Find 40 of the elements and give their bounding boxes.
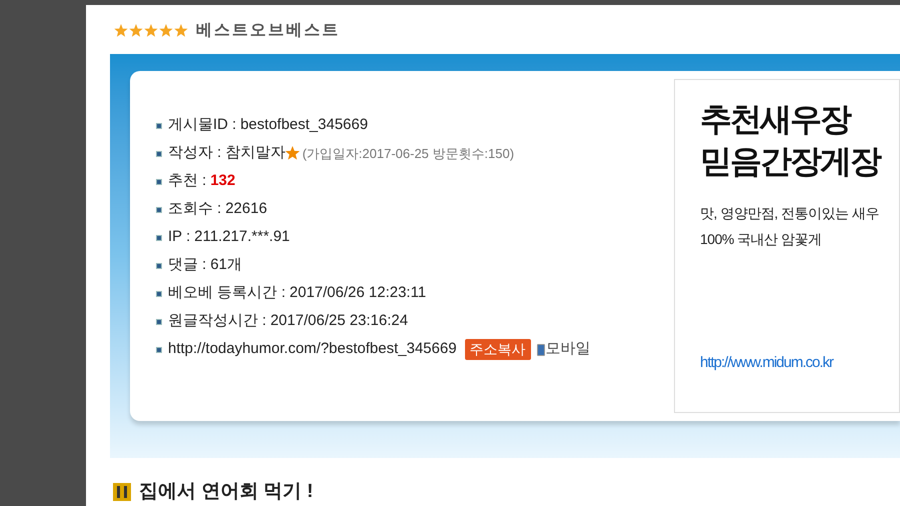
bullet-icon <box>156 122 162 129</box>
bullet-icon <box>156 262 162 269</box>
bullet-icon <box>156 150 162 157</box>
ad-text: 100% 국내산 암꽃게 <box>700 230 823 250</box>
field-value: 참치말자 <box>225 143 286 164</box>
field-value: bestofbest_345669 <box>240 115 368 136</box>
bullet-icon <box>156 206 162 213</box>
bullet-icon <box>156 234 162 241</box>
section-title: 베스트오브베스트 <box>196 20 340 41</box>
ad-link[interactable]: http://www.midum.co.kr <box>700 352 899 374</box>
field-label: IP : <box>168 227 190 248</box>
field-label: 조회수 : <box>168 199 222 220</box>
bullet-icon <box>156 290 162 297</box>
post-url: http://todayhumor.com/?bestofbest_345669 <box>168 339 457 360</box>
ad-text: 맛, 영양만점, 전통이있는 새우 <box>700 204 880 224</box>
bullet-icon <box>156 346 162 353</box>
field-value: 211.217.***.91 <box>194 227 290 248</box>
star-icon <box>285 146 300 162</box>
field-label: 추천 : <box>168 171 206 192</box>
member-info: (가입일자:2017-06-25 방문횟수:150) <box>302 144 514 163</box>
field-value: 2017/06/26 12:23:11 <box>290 283 426 304</box>
field-label: 원글작성시간 : <box>168 311 266 332</box>
field-value: 22616 <box>225 199 268 220</box>
field-label: 작성자 : <box>168 143 222 164</box>
phone-icon <box>536 344 545 356</box>
ad-headline: 추천새우장 <box>700 100 852 140</box>
field-label: 베오베 등록시간 : <box>168 283 286 304</box>
field-label: 게시물ID : <box>168 115 236 136</box>
field-value: 132 <box>210 171 236 192</box>
post-title: 집에서 연어회 먹기 ! <box>139 480 314 504</box>
bullet-icon <box>156 318 162 325</box>
rating-stars-icon <box>114 24 188 38</box>
utensils-icon <box>113 482 131 501</box>
field-value: 61개 <box>210 255 242 276</box>
field-label: 댓글 : <box>168 255 206 276</box>
field-value: 2017/06/25 23:16:24 <box>270 311 408 332</box>
mobile-link[interactable]: 모바일 <box>536 338 591 361</box>
copy-address-button[interactable]: 주소복사 <box>464 339 531 360</box>
ad-headline: 믿음간장게장 <box>700 142 882 182</box>
bullet-icon <box>156 178 162 185</box>
